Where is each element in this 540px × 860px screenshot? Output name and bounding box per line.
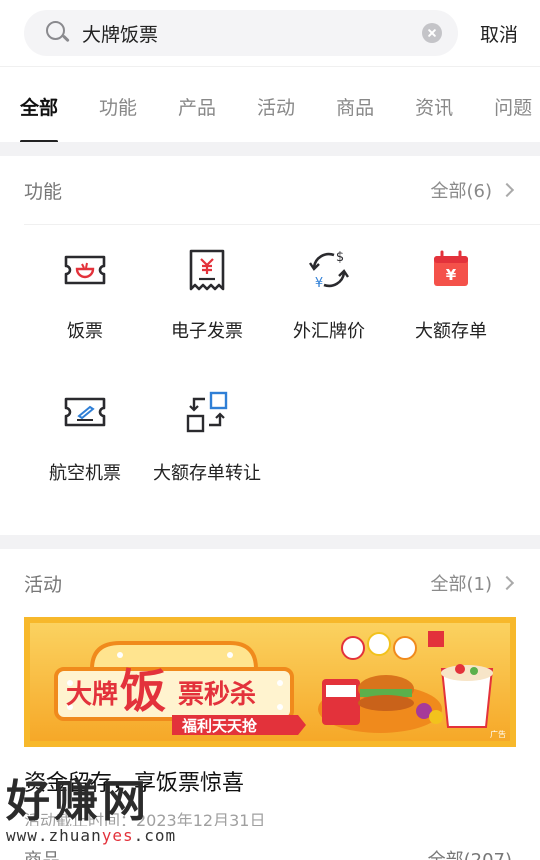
- svg-text:$: $: [336, 250, 344, 265]
- function-item-deposit-transfer[interactable]: 大额存单转让: [146, 383, 268, 525]
- search-results-page: 大牌饭票 取消 全部 功能 产品 活动 商品 资讯 问题 功能 全部(6) 饭票…: [0, 0, 540, 860]
- meal-ticket-icon: [64, 255, 106, 285]
- tab-questions[interactable]: 问题: [494, 67, 532, 142]
- search-header: 大牌饭票 取消: [0, 0, 540, 66]
- function-item-exchange-rate[interactable]: $ ¥ 外汇牌价: [268, 241, 390, 383]
- svg-text:¥: ¥: [315, 276, 323, 291]
- function-label: 电子发票: [171, 321, 243, 342]
- chevron-right-icon: [499, 182, 515, 198]
- function-label: 大额存单转让: [153, 463, 261, 484]
- function-item-e-invoice[interactable]: 电子发票: [146, 241, 268, 383]
- deposit-certificate-icon: ¥: [434, 250, 468, 286]
- more-label: 全部(1): [430, 574, 493, 595]
- search-input[interactable]: 大牌饭票: [82, 20, 422, 47]
- watermark-title: 好赚网: [6, 776, 150, 827]
- function-item-meal-ticket[interactable]: 饭票: [24, 241, 146, 383]
- air-ticket-icon: [64, 397, 106, 427]
- banner-background: 大牌 饭 票秒杀 福利天天抢 广告: [30, 623, 510, 741]
- functions-more-link[interactable]: 全部(6): [430, 177, 515, 203]
- tab-activities[interactable]: 活动: [257, 67, 295, 142]
- activities-more-link[interactable]: 全部(1): [430, 570, 515, 596]
- search-box[interactable]: 大牌饭票: [24, 10, 458, 56]
- svg-text:¥: ¥: [446, 266, 457, 284]
- chevron-right-icon: [499, 575, 515, 591]
- cancel-button[interactable]: 取消: [480, 20, 518, 47]
- activity-banner[interactable]: 大牌 饭 票秒杀 福利天天抢 广告: [24, 617, 516, 747]
- watermark-url: www.zhuanyes.com: [6, 826, 177, 845]
- banner-headline-a: 大牌: [66, 679, 118, 710]
- tab-functions[interactable]: 功能: [99, 67, 137, 142]
- function-item-deposit-certificate[interactable]: ¥ 大额存单: [390, 241, 512, 383]
- search-icon: [44, 20, 70, 46]
- deposit-transfer-icon: [186, 391, 228, 433]
- banner-ribbon-text: 福利天天抢: [181, 717, 258, 735]
- banner-illustration: 大牌 饭 票秒杀 福利天天抢 广告: [54, 631, 506, 739]
- function-label: 大额存单: [415, 321, 487, 342]
- function-label: 饭票: [67, 321, 103, 342]
- function-label: 外汇牌价: [293, 321, 365, 342]
- site-watermark: 好赚网 www.zhuanyes.com: [6, 776, 177, 846]
- tab-news[interactable]: 资讯: [415, 67, 453, 142]
- tab-products[interactable]: 产品: [178, 67, 216, 142]
- products-more-link[interactable]: 全部(207): [428, 846, 512, 860]
- more-label: 全部(6): [430, 181, 493, 202]
- section-title: 活动: [24, 573, 63, 596]
- e-invoice-icon: [189, 249, 225, 291]
- tab-goods[interactable]: 商品: [336, 67, 374, 142]
- banner-ad-tag: 广告: [490, 729, 506, 739]
- banner-headline-big: 饭: [120, 664, 166, 718]
- section-title: 功能: [24, 180, 63, 203]
- functions-section: 功能 全部(6) 饭票 电子发票 $ ¥ 外汇牌价 ¥ 大额存单 航空机票 大额…: [0, 156, 540, 535]
- tab-all[interactable]: 全部: [20, 67, 59, 142]
- category-tabs: 全部 功能 产品 活动 商品 资讯 问题: [0, 66, 540, 142]
- function-item-air-ticket[interactable]: 航空机票: [24, 383, 146, 525]
- clear-icon[interactable]: [421, 23, 442, 43]
- banner-headline-b: 票秒杀: [178, 679, 256, 710]
- function-label: 航空机票: [49, 463, 121, 484]
- exchange-rate-icon: $ ¥: [309, 250, 349, 291]
- section-title: 商品: [24, 846, 60, 860]
